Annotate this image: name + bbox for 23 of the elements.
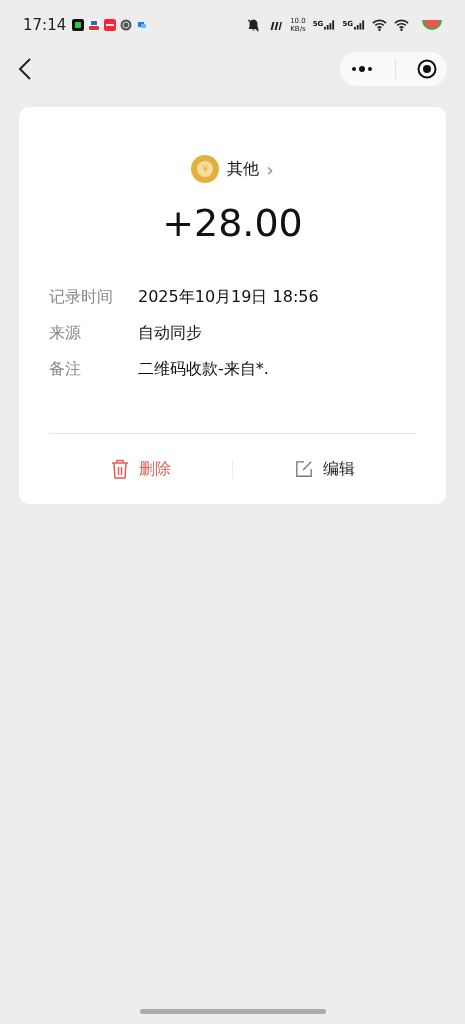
signal-icon: [324, 20, 336, 30]
coin-icon: ¥: [191, 155, 220, 183]
edit-icon: [294, 459, 313, 479]
wifi-icon: [372, 18, 387, 32]
amount: +28.00: [161, 201, 304, 245]
status-time: 17:14: [23, 16, 67, 34]
watermelon-icon: [421, 18, 443, 32]
detail-value: 2025年10月19日 18:56: [138, 287, 319, 307]
delete-button[interactable]: 删除: [49, 450, 232, 488]
muted-bell-icon: [246, 18, 262, 32]
detail-label: 记录时间: [49, 287, 114, 307]
detail-label: 来源: [49, 323, 82, 343]
more-icon[interactable]: [350, 65, 375, 73]
detail-value: 二维码收款-来自*.: [138, 359, 269, 379]
trash-icon: [110, 459, 129, 479]
edit-button[interactable]: 编辑: [233, 450, 416, 488]
category-link[interactable]: ¥ 其他 ›: [191, 155, 274, 183]
signal-icon: [354, 20, 365, 30]
wifi-icon: [394, 18, 409, 32]
close-icon[interactable]: [416, 59, 437, 79]
back-icon[interactable]: [18, 57, 32, 81]
detail-value: 自动同步: [138, 323, 202, 343]
detail-label: 备注: [49, 359, 82, 379]
